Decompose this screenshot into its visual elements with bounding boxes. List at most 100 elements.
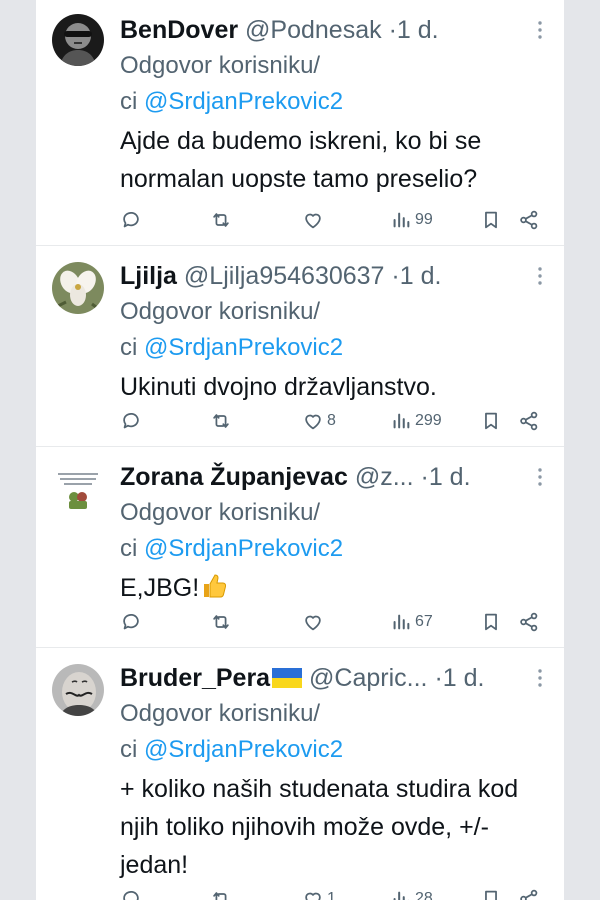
views-icon: [390, 209, 412, 231]
tweet-text: Ukinuti dvojno državljanstvo.: [120, 373, 437, 401]
reply-icon: [120, 410, 142, 432]
replying-to: Odgovor korisniku/ ci @SrdjanPrekovic2: [120, 495, 552, 567]
action-bar: 1 28: [120, 884, 552, 900]
ukraine-flag-icon: [272, 668, 303, 688]
retweet-icon: [210, 410, 232, 432]
tweet-text-row: E,JBG!: [120, 569, 552, 607]
retweet-button[interactable]: [210, 406, 232, 436]
share-icon: [518, 209, 540, 231]
retweet-icon: [210, 888, 232, 900]
author-handle[interactable]: @Ljilja954630637: [184, 262, 385, 290]
tweet-item[interactable]: Ljilja @Ljilja954630637 ·1 d. Odgovor ko…: [36, 246, 564, 447]
timestamp[interactable]: 1 d.: [397, 16, 439, 44]
avatar[interactable]: [52, 14, 104, 66]
reply-icon: [120, 888, 142, 900]
bookmark-button[interactable]: [480, 406, 502, 436]
more-icon[interactable]: [528, 264, 552, 288]
timestamp[interactable]: 1 d.: [429, 463, 471, 491]
tweet-item[interactable]: BenDover @Podnesak ·1 d. Odgovor korisni…: [36, 0, 564, 246]
bookmark-button[interactable]: [480, 205, 502, 235]
reply-prefix: Odgovor korisniku/: [120, 298, 321, 325]
retweet-icon: [210, 611, 232, 633]
action-bar: 8 299: [120, 406, 552, 436]
share-icon: [518, 611, 540, 633]
tweet-item[interactable]: Zorana Županjevac @z... ·1 d. Odgovor ko…: [36, 447, 564, 648]
mention-link[interactable]: @SrdjanPrekovic2: [144, 736, 343, 763]
replying-to: Odgovor korisniku/ ci @SrdjanPrekovic2: [120, 696, 552, 768]
reply-icon: [120, 611, 142, 633]
retweet-icon: [210, 209, 232, 231]
reply-icon: [120, 209, 142, 231]
action-bar: 99: [120, 205, 552, 235]
bookmark-button[interactable]: [480, 607, 502, 637]
author-handle[interactable]: @Capric...: [309, 664, 427, 692]
reply-button[interactable]: [120, 406, 142, 436]
views-count: 28: [415, 890, 433, 900]
like-icon: [302, 410, 324, 432]
bookmark-button[interactable]: [480, 884, 502, 900]
mention-link[interactable]: @SrdjanPrekovic2: [144, 88, 343, 115]
views-button[interactable]: 299: [390, 406, 442, 436]
author-name[interactable]: Ljilja: [120, 262, 177, 290]
separator-dot: ·: [391, 262, 400, 290]
reply-button[interactable]: [120, 884, 142, 900]
reply-button[interactable]: [120, 607, 142, 637]
like-count: 1: [327, 890, 336, 900]
share-button[interactable]: [518, 205, 540, 235]
mention-link[interactable]: @SrdjanPrekovic2: [144, 535, 343, 562]
like-icon: [302, 888, 324, 900]
author-name[interactable]: BenDover: [120, 16, 238, 44]
retweet-button[interactable]: [210, 884, 232, 900]
retweet-button[interactable]: [210, 607, 232, 637]
thumbs-up-emoji: [204, 574, 227, 598]
views-icon: [390, 888, 412, 900]
like-count: 8: [327, 412, 336, 429]
like-button[interactable]: 1: [302, 884, 336, 900]
reply-button[interactable]: [120, 205, 142, 235]
views-icon: [390, 410, 412, 432]
separator-dot: ·: [434, 664, 443, 692]
tweet-item[interactable]: Bruder_Pera @Capric... ·1 d. Odgovor kor…: [36, 648, 564, 900]
author-name[interactable]: Zorana Županjevac: [120, 463, 348, 491]
like-button[interactable]: 8: [302, 406, 336, 436]
more-icon[interactable]: [528, 465, 552, 489]
author-handle[interactable]: @Podnesak: [245, 16, 382, 44]
timestamp[interactable]: 1 d.: [400, 262, 442, 290]
avatar[interactable]: [52, 262, 104, 314]
bookmark-icon: [480, 410, 502, 432]
views-button[interactable]: 28: [390, 884, 433, 900]
like-button[interactable]: [302, 607, 327, 637]
reply-prefix: Odgovor korisniku/: [120, 499, 321, 526]
bookmark-icon: [480, 888, 502, 900]
share-icon: [518, 410, 540, 432]
mention-link[interactable]: @SrdjanPrekovic2: [144, 334, 343, 361]
more-icon[interactable]: [528, 666, 552, 690]
reply-prefix-2: ci: [120, 88, 144, 115]
share-button[interactable]: [518, 607, 540, 637]
reply-prefix-2: ci: [120, 535, 144, 562]
tweet-text: + koliko naših studenata studira kod nji…: [120, 775, 519, 879]
reply-prefix-2: ci: [120, 334, 144, 361]
views-count: 67: [415, 613, 433, 630]
reply-feed: BenDover @Podnesak ·1 d. Odgovor korisni…: [36, 0, 564, 900]
reply-prefix-2: ci: [120, 736, 144, 763]
like-icon: [302, 209, 324, 231]
avatar[interactable]: [52, 463, 104, 515]
views-icon: [390, 611, 412, 633]
retweet-button[interactable]: [210, 205, 232, 235]
share-button[interactable]: [518, 884, 540, 900]
replying-to: Odgovor korisniku/ ci @SrdjanPrekovic2: [120, 294, 552, 366]
like-button[interactable]: [302, 205, 327, 235]
action-bar: 67: [120, 607, 552, 637]
more-icon[interactable]: [528, 18, 552, 42]
timestamp[interactable]: 1 d.: [443, 664, 485, 692]
views-button[interactable]: 67: [390, 607, 433, 637]
share-icon: [518, 888, 540, 900]
views-button[interactable]: 99: [390, 205, 433, 235]
share-button[interactable]: [518, 406, 540, 436]
author-name[interactable]: Bruder_Pera: [120, 664, 270, 692]
avatar[interactable]: [52, 664, 104, 716]
reply-prefix: Odgovor korisniku/: [120, 52, 321, 79]
author-handle[interactable]: @z...: [355, 463, 414, 491]
tweet-text: E,JBG!: [120, 574, 200, 602]
